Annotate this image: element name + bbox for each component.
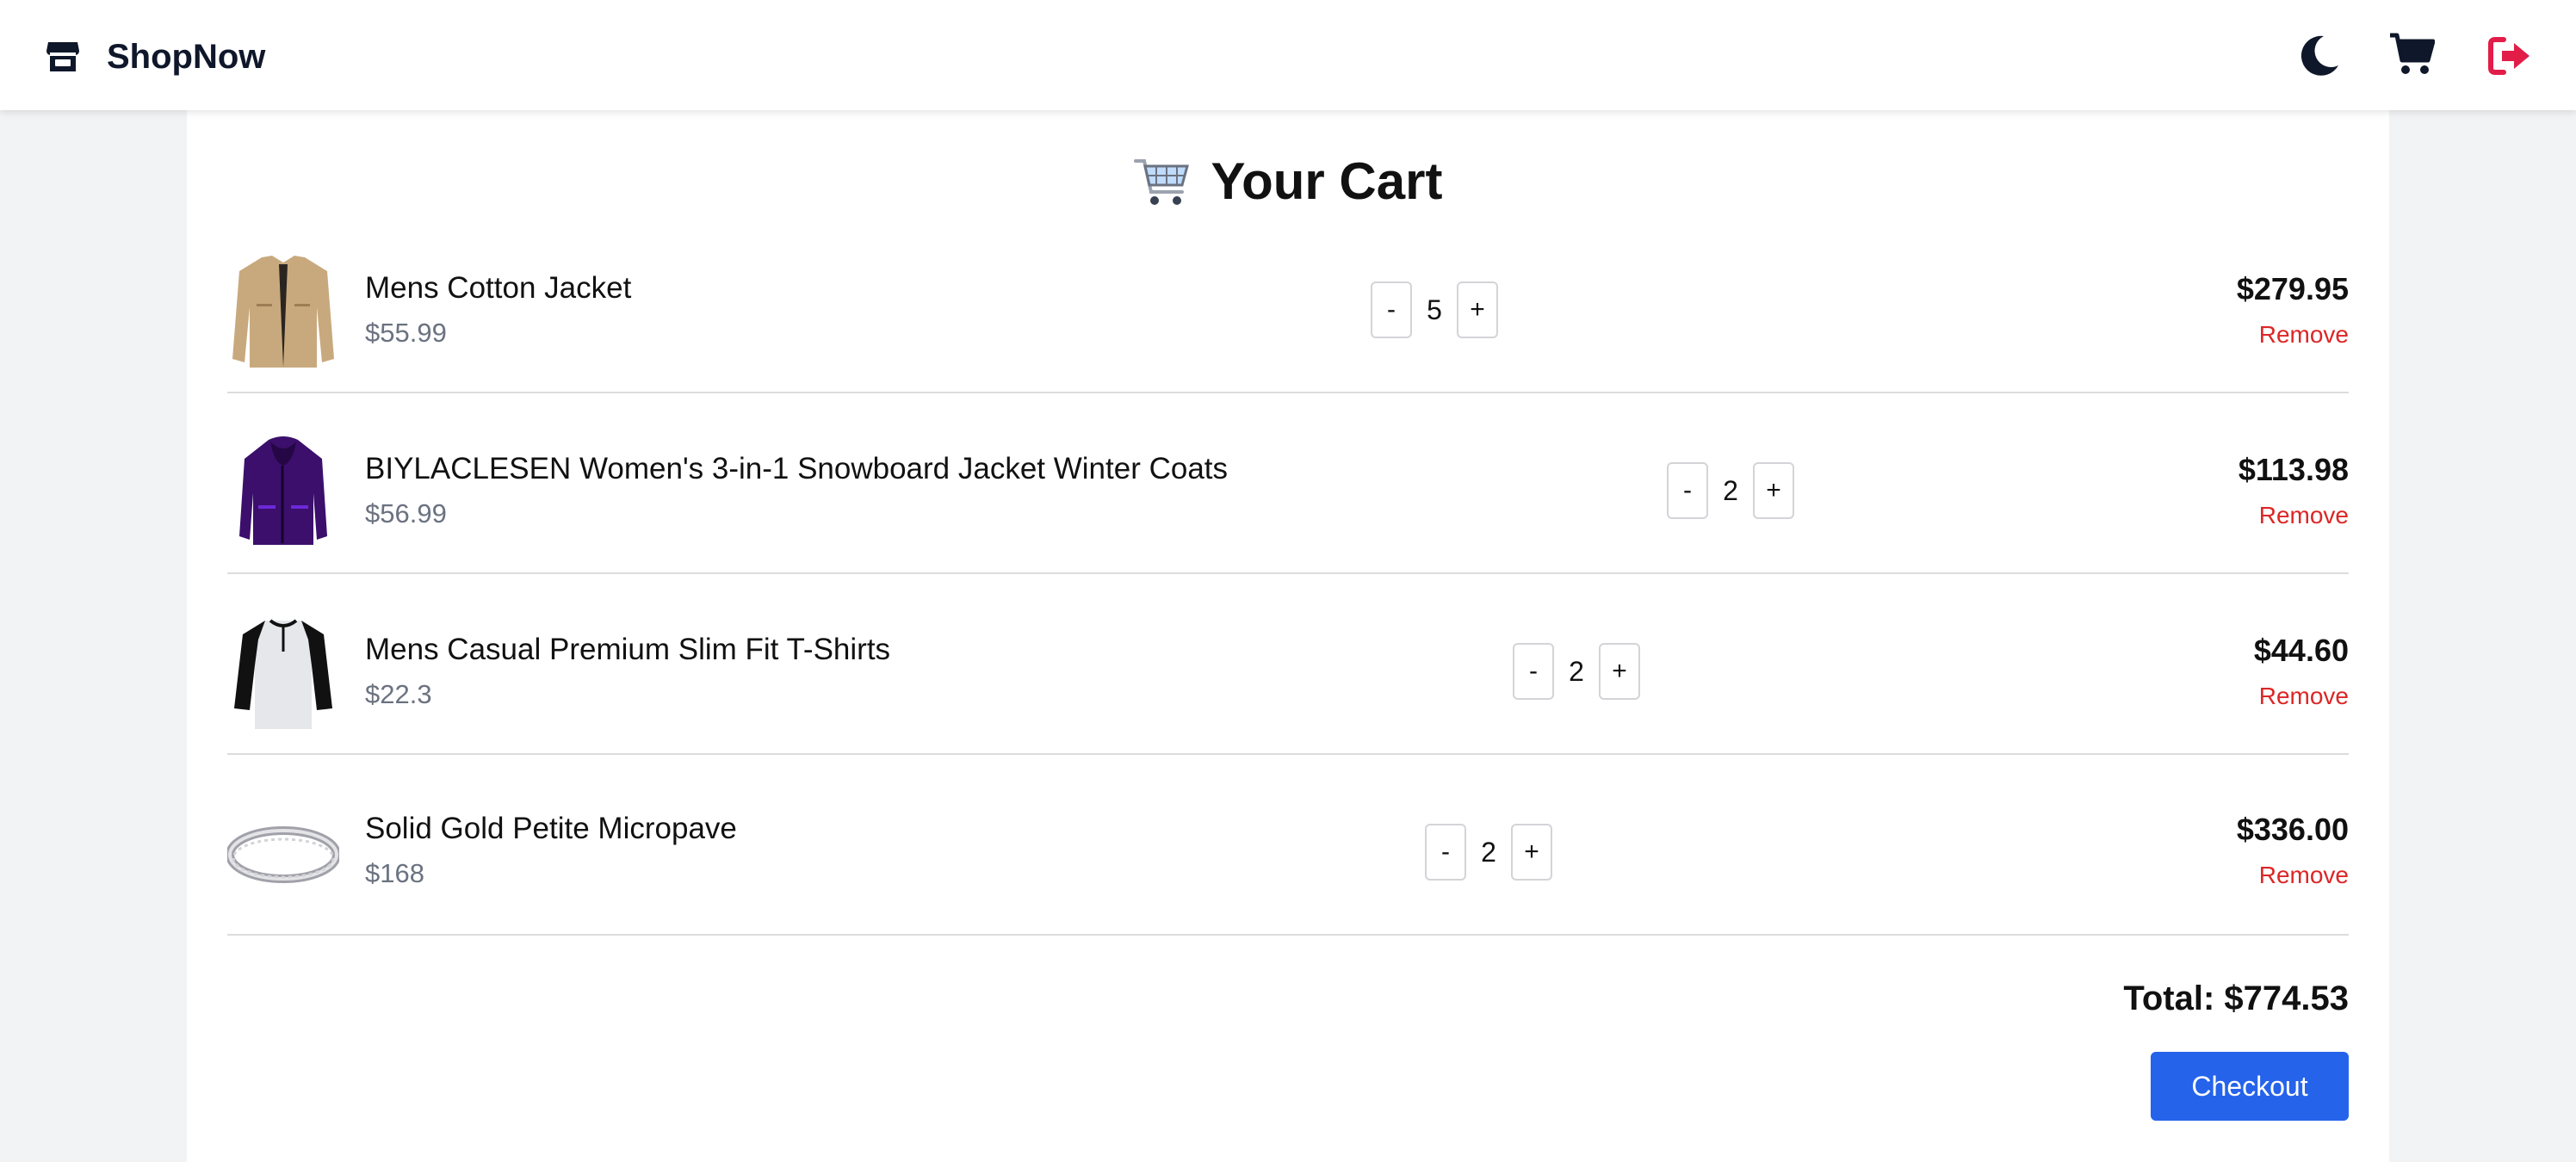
quantity-value: 2 — [1481, 836, 1496, 868]
item-subtotal: $279.95 — [2236, 271, 2349, 306]
brand[interactable]: ShopNow — [45, 36, 265, 77]
ring-image — [227, 794, 339, 915]
cart-panel: Your Cart Mens Cotton Jacket $55.99 - 5 … — [187, 0, 2389, 1162]
page-title: Your Cart — [187, 151, 2389, 211]
quantity-stepper: - 2 + — [1425, 824, 1552, 881]
quantity-stepper: - 5 + — [1371, 281, 1498, 338]
item-unit-price: $55.99 — [365, 318, 447, 348]
item-subtotal: $113.98 — [2238, 452, 2349, 487]
item-subtotal: $336.00 — [2236, 812, 2349, 847]
brand-name: ShopNow — [107, 37, 266, 76]
shopping-cart-icon — [1133, 158, 1189, 205]
cart-item: Solid Gold Petite Micropave $168 - 2 + $… — [227, 755, 2349, 936]
jacket-image — [227, 433, 339, 553]
remove-item-link[interactable]: Remove — [2259, 683, 2349, 710]
increase-qty-button[interactable]: + — [1511, 824, 1552, 881]
item-unit-price: $56.99 — [365, 498, 447, 528]
increase-qty-button[interactable]: + — [1599, 643, 1640, 700]
cart-item: BIYLACLESEN Women's 3-in-1 Snowboard Jac… — [227, 393, 2349, 574]
increase-qty-button[interactable]: + — [1753, 462, 1794, 519]
cart-item: Mens Casual Premium Slim Fit T-Shirts $2… — [227, 574, 2349, 755]
item-name: Mens Casual Premium Slim Fit T-Shirts — [365, 633, 891, 666]
tshirt-image — [227, 614, 339, 734]
top-navbar: ShopNow — [0, 0, 2576, 110]
item-unit-price: $22.3 — [365, 679, 432, 709]
logout-icon[interactable] — [2486, 34, 2533, 81]
quantity-value: 2 — [1569, 655, 1584, 687]
decrease-qty-button[interactable]: - — [1425, 824, 1466, 881]
item-name: Solid Gold Petite Micropave — [365, 812, 737, 845]
decrease-qty-button[interactable]: - — [1513, 643, 1554, 700]
increase-qty-button[interactable]: + — [1457, 281, 1498, 338]
cart-total: Total: $774.53 — [2123, 980, 2349, 1017]
cart-icon[interactable] — [2388, 31, 2435, 77]
moon-icon[interactable] — [2295, 33, 2342, 79]
decrease-qty-button[interactable]: - — [1667, 462, 1708, 519]
store-icon — [46, 42, 79, 71]
checkout-button[interactable]: Checkout — [2151, 1052, 2349, 1121]
quantity-value: 2 — [1723, 474, 1738, 506]
quantity-value: 5 — [1427, 294, 1442, 325]
item-name: BIYLACLESEN Women's 3-in-1 Snowboard Jac… — [365, 452, 1229, 485]
remove-item-link[interactable]: Remove — [2259, 321, 2349, 349]
page-title-text: Your Cart — [1211, 152, 1443, 210]
item-name: Mens Cotton Jacket — [365, 271, 632, 305]
jacket-image — [227, 252, 339, 373]
quantity-stepper: - 2 + — [1667, 462, 1794, 519]
remove-item-link[interactable]: Remove — [2259, 502, 2349, 529]
item-subtotal: $44.60 — [2253, 633, 2349, 668]
remove-item-link[interactable]: Remove — [2259, 862, 2349, 889]
quantity-stepper: - 2 + — [1513, 643, 1640, 700]
item-unit-price: $168 — [365, 858, 424, 888]
decrease-qty-button[interactable]: - — [1371, 281, 1412, 338]
cart-item: Mens Cotton Jacket $55.99 - 5 + $279.95 … — [227, 213, 2349, 393]
